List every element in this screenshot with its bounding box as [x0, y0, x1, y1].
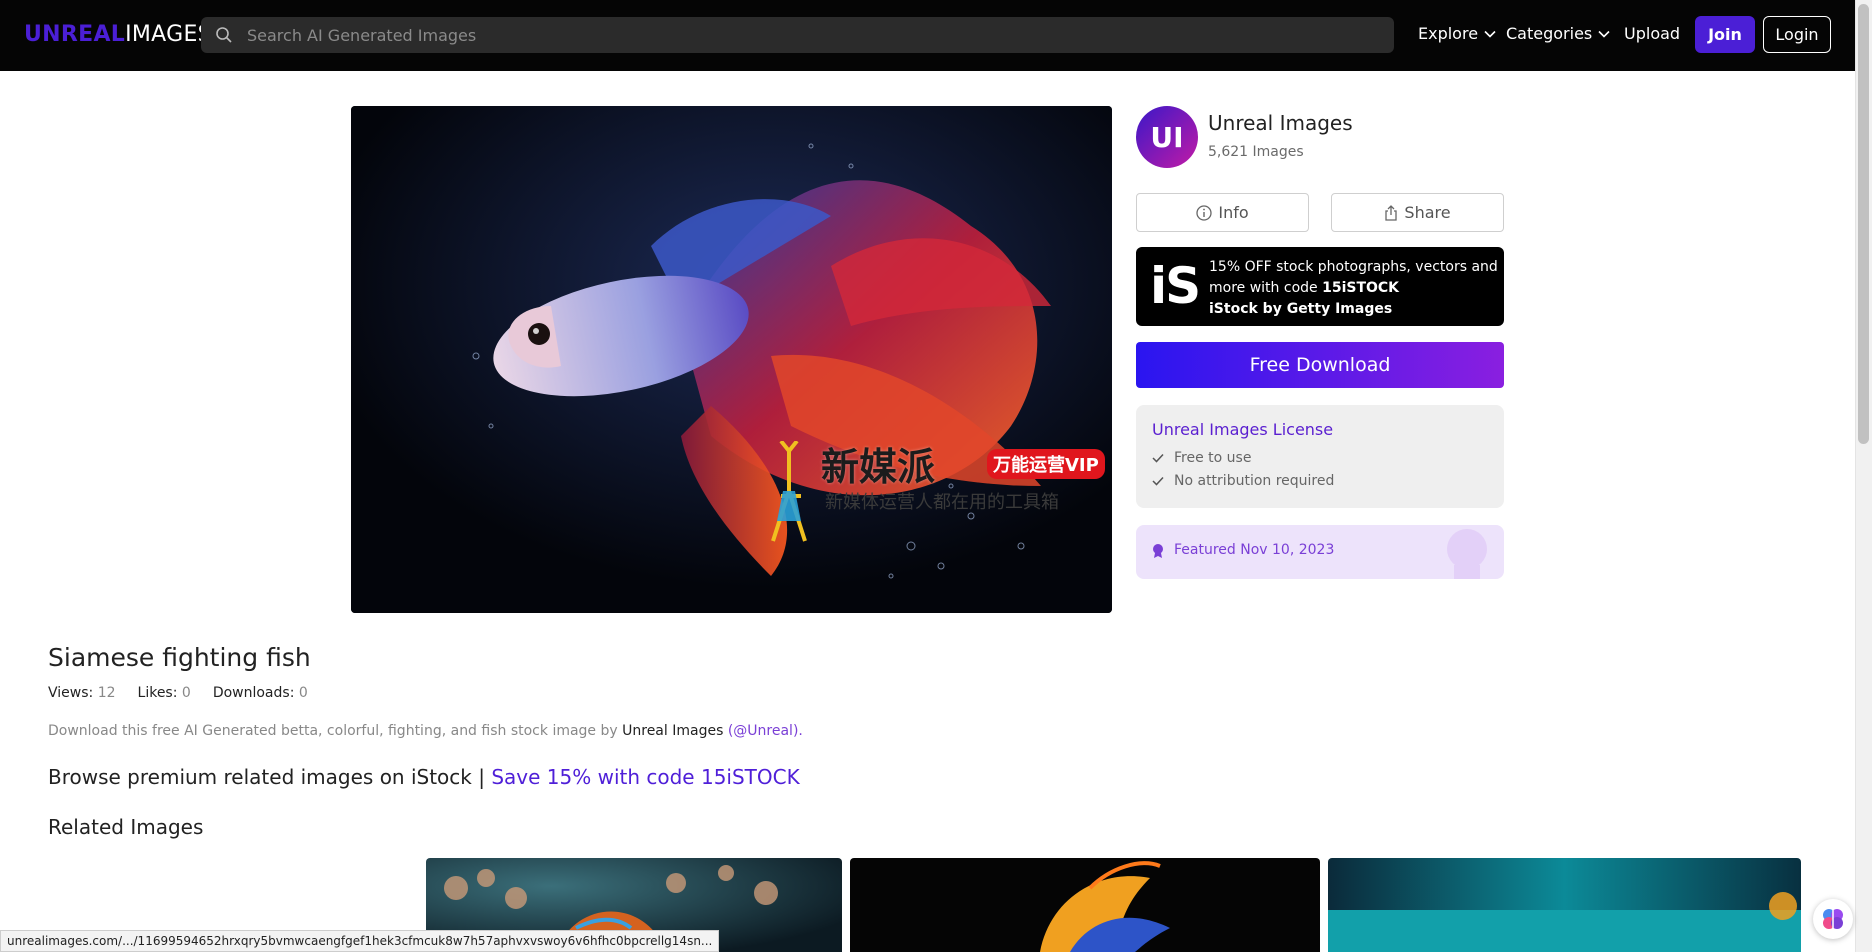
description-text: Download this free AI Generated betta, c…: [48, 723, 618, 739]
image-description: Download this free AI Generated betta, c…: [48, 723, 803, 739]
share-icon: [1385, 204, 1398, 221]
license-card: Unreal Images License Free to use No att…: [1136, 405, 1504, 508]
nav-upload[interactable]: Upload: [1624, 24, 1680, 43]
watermark-badge: 万能运营VIP: [987, 449, 1105, 479]
istock-browse-line: Browse premium related images on iStock …: [48, 765, 800, 789]
main-image[interactable]: 新媒派 万能运营VIP 新媒体运营人都在用的工具箱: [351, 106, 1112, 613]
downloads-stat: Downloads: 0: [213, 685, 308, 701]
page-scrollbar-thumb[interactable]: [1858, 4, 1869, 444]
nav-explore[interactable]: Explore: [1418, 24, 1496, 43]
check-icon: [1152, 453, 1164, 463]
downloads-label: Downloads:: [212, 685, 295, 701]
brain-icon: [1823, 909, 1843, 929]
related-images-heading: Related Images: [48, 815, 204, 839]
free-download-button[interactable]: Free Download: [1136, 342, 1504, 388]
logo-accent-text: UNREAL: [24, 22, 126, 47]
likes-label: Likes:: [137, 685, 178, 701]
nav-explore-label: Explore: [1418, 24, 1479, 43]
description-handle-link[interactable]: (@Unreal).: [728, 723, 803, 739]
creator-avatar[interactable]: UI: [1136, 106, 1198, 168]
page-title: Siamese fighting fish: [48, 643, 311, 672]
featured-date: Featured Nov 10, 2023: [1174, 542, 1335, 558]
image-stats: Views: 12 Likes: 0 Downloads: 0: [48, 685, 308, 701]
site-logo[interactable]: UNREALIMAGES: [24, 22, 212, 47]
watermark-title: 新媒派: [821, 444, 936, 489]
watermark-subtitle: 新媒体运营人都在用的工具箱: [825, 492, 1059, 513]
featured-badge-card: Featured Nov 10, 2023: [1136, 525, 1504, 579]
istock-promo-text: 15% OFF stock photographs, vectors and m…: [1209, 257, 1499, 320]
check-icon: [1152, 476, 1164, 486]
info-icon: [1196, 204, 1213, 221]
views-label: Views:: [48, 685, 94, 701]
chevron-down-icon: [1598, 30, 1610, 38]
share-button-label: Share: [1404, 203, 1451, 222]
chevron-down-icon: [1484, 30, 1496, 38]
license-item: Free to use: [1152, 450, 1251, 466]
nav-categories[interactable]: Categories: [1506, 24, 1610, 43]
license-item: No attribution required: [1152, 473, 1334, 489]
betta-fish-illustration: [351, 106, 1112, 613]
info-button[interactable]: Info: [1136, 193, 1309, 232]
related-image-teal: [1328, 858, 1801, 952]
likes-stat: Likes: 0: [138, 685, 191, 701]
description-author-link[interactable]: Unreal Images: [622, 723, 723, 739]
top-navbar: UNREALIMAGES Explore Categories Upload J…: [0, 0, 1855, 71]
related-image-betta: [850, 858, 1320, 952]
views-value: 12: [97, 685, 116, 701]
share-button[interactable]: Share: [1331, 193, 1504, 232]
istock-promo-banner[interactable]: iS 15% OFF stock photographs, vectors an…: [1136, 247, 1504, 326]
license-item-label: No attribution required: [1174, 473, 1335, 489]
istock-promo-code: 15iSTOCK: [1322, 280, 1400, 296]
nav-categories-label: Categories: [1506, 24, 1593, 43]
istock-promo-link[interactable]: Save 15% with code 15iSTOCK: [491, 765, 799, 789]
deer-logo-icon: [771, 441, 807, 542]
search-icon: [216, 27, 232, 43]
award-icon: [1153, 544, 1163, 558]
istock-brand: iStock by Getty Images: [1209, 301, 1393, 317]
nav-upload-label: Upload: [1624, 24, 1681, 43]
search-input[interactable]: [247, 17, 1367, 53]
istock-logo: iS: [1150, 257, 1201, 315]
join-button[interactable]: Join: [1695, 16, 1755, 53]
license-title[interactable]: Unreal Images License: [1152, 420, 1333, 439]
login-button[interactable]: Login: [1763, 16, 1831, 53]
related-image-thumb[interactable]: [1328, 858, 1801, 952]
related-image-thumb[interactable]: [850, 858, 1320, 952]
license-item-label: Free to use: [1174, 450, 1252, 466]
creator-name[interactable]: Unreal Images: [1208, 111, 1353, 135]
info-button-label: Info: [1218, 203, 1249, 222]
ai-assistant-button[interactable]: [1813, 899, 1853, 939]
browse-text: Browse premium related images on iStock …: [48, 765, 485, 789]
views-stat: Views: 12: [48, 685, 116, 701]
search-bar[interactable]: [201, 17, 1394, 53]
award-ribbon-icon: [1447, 529, 1487, 579]
browser-status-bar: unrealimages.com/.../11699594652hrxqry5b…: [0, 930, 720, 952]
likes-value: 0: [181, 685, 191, 701]
downloads-value: 0: [298, 685, 308, 701]
creator-image-count: 5,621 Images: [1208, 144, 1304, 160]
logo-text: IMAGES: [125, 22, 212, 47]
